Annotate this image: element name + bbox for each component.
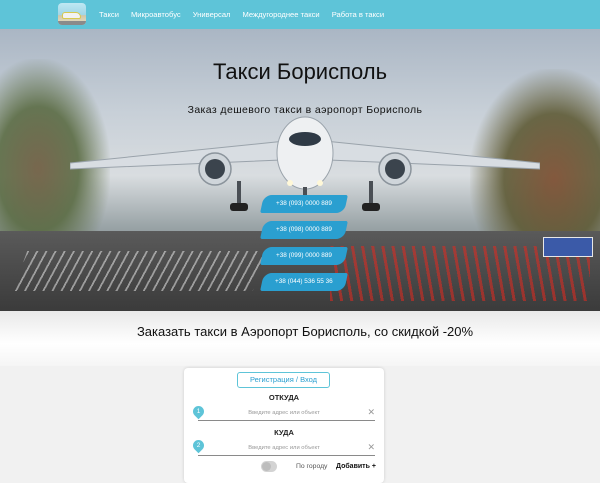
hero-light-trails-white: [12, 251, 268, 291]
phone-button-4[interactable]: +38 (044) 536 55 36: [260, 273, 348, 291]
nav-item-minibus[interactable]: Микроавтобус: [131, 10, 181, 19]
promo-strip: Заказать такси в Аэропорт Борисполь, со …: [0, 311, 600, 366]
register-login-button[interactable]: Регистрация / Вход: [237, 372, 330, 388]
to-address-field[interactable]: Введите адрес или объект ✕: [198, 442, 375, 456]
phone-number: +38 (093) 0000 889: [276, 200, 332, 207]
site-logo[interactable]: [58, 3, 86, 25]
taxi-car-icon: [62, 12, 81, 19]
hero-banner: Такси Борисполь Заказ дешевого такси в а…: [0, 29, 600, 311]
phone-number: +38 (044) 536 55 36: [275, 278, 333, 285]
nav-item-universal[interactable]: Универсал: [193, 10, 231, 19]
nav-item-jobs[interactable]: Работа в такси: [332, 10, 384, 19]
to-label: КУДА: [274, 428, 294, 437]
page-title: Такси Борисполь: [212, 59, 388, 84]
by-city-label: По городу: [296, 463, 328, 470]
from-label: ОТКУДА: [268, 393, 300, 402]
page-subtitle: Заказ дешевого такси в аэропорт Бориспол…: [187, 104, 423, 116]
phone-button-1[interactable]: +38 (093) 0000 889: [260, 195, 348, 213]
phone-number: +38 (099) 0000 889: [276, 252, 332, 259]
clear-to-icon[interactable]: ✕: [367, 442, 375, 453]
to-address-placeholder: Введите адрес или объект: [248, 445, 320, 451]
add-stop-button[interactable]: Добавить +: [336, 463, 376, 470]
phone-number: +38 (098) 0000 889: [276, 226, 332, 233]
top-navbar: Такси Микроавтобус Универсал Междугородн…: [0, 0, 600, 29]
nav-item-taxi[interactable]: Такси: [99, 10, 119, 19]
from-address-placeholder: Введите адрес или объект: [248, 410, 320, 416]
order-form-card: Регистрация / Вход ОТКУДА 1 Введите адре…: [184, 368, 384, 483]
logo-road: [58, 21, 86, 25]
nav-menu: Такси Микроавтобус Универсал Междугородн…: [99, 0, 396, 29]
from-address-field[interactable]: Введите адрес или объект ✕: [198, 407, 375, 421]
nav-item-intercity[interactable]: Междугороднее такси: [242, 10, 319, 19]
by-city-toggle[interactable]: [261, 461, 277, 472]
road-sign-image: [543, 237, 593, 257]
promo-heading: Заказать такси в Аэропорт Борисполь, со …: [136, 324, 474, 339]
phone-button-3[interactable]: +38 (099) 0000 889: [260, 247, 348, 265]
clear-from-icon[interactable]: ✕: [367, 407, 375, 418]
phone-button-2[interactable]: +38 (098) 0000 889: [260, 221, 348, 239]
